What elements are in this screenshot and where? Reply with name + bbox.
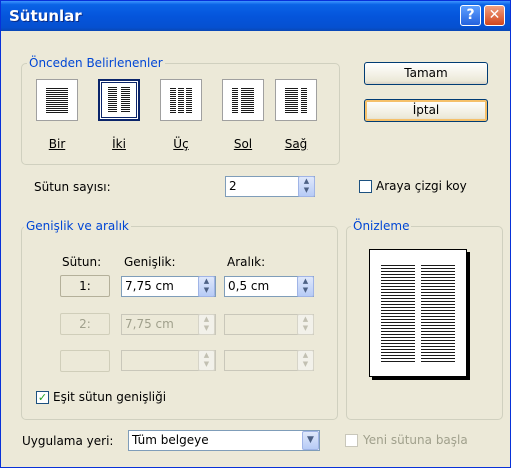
width-spinner-2: ▲ ▼ — [198, 314, 215, 335]
column-number-3 — [60, 350, 110, 372]
two-column-icon — [108, 87, 130, 113]
title-bar: Sütunlar ? ✕ — [1, 1, 510, 31]
width-spinner-3: ▲ ▼ — [198, 350, 215, 371]
column-count-spinner[interactable]: ▲ ▼ — [298, 176, 315, 197]
preview-page — [369, 249, 467, 377]
dialog-title: Sütunlar — [9, 7, 82, 25]
three-column-icon — [170, 87, 192, 113]
apply-to-label: Uygulama yeri: — [22, 434, 114, 448]
width-header: Genişlik: — [124, 255, 176, 269]
new-column-label: Yeni sütuna başla — [363, 433, 468, 447]
preview-group-label: Önizleme — [351, 219, 412, 233]
preview-column-1 — [381, 265, 415, 363]
chevron-down-icon[interactable]: ▼ — [302, 431, 319, 450]
equal-width-label: Eşit sütun genişliği — [53, 390, 167, 404]
preset-right-label: Sağ — [284, 137, 308, 151]
spacing-header: Aralık: — [227, 255, 266, 269]
width-spacing-group-label: Genişlik ve aralık — [24, 219, 131, 233]
preset-two-label: İki — [112, 137, 126, 151]
line-between-label: Araya çizgi koy — [376, 179, 467, 193]
spacing-spinner-3: ▲ ▼ — [297, 350, 314, 371]
ok-button[interactable]: Tamam — [364, 62, 488, 85]
right-column-icon — [285, 87, 307, 113]
preset-left-button[interactable] — [222, 79, 264, 121]
preset-three-button[interactable] — [160, 79, 202, 121]
help-icon[interactable]: ? — [460, 5, 481, 26]
column-number-2: 2: — [60, 313, 110, 335]
spacing-spinner-2: ▲ ▼ — [297, 314, 314, 335]
left-column-icon — [232, 87, 254, 113]
one-column-icon — [46, 87, 68, 113]
line-between-checkbox[interactable] — [359, 180, 372, 193]
spacing-spinner-1[interactable]: ▲ ▼ — [297, 276, 314, 297]
apply-to-select[interactable]: Tüm belgeye — [128, 430, 320, 451]
preset-three-label: Üç — [173, 137, 189, 151]
column-header: Sütun: — [62, 255, 102, 269]
new-column-checkbox — [345, 434, 358, 447]
preview-column-2 — [421, 265, 455, 363]
cancel-button[interactable]: İptal — [364, 99, 488, 122]
preset-one-label: Bir — [48, 137, 66, 151]
column-number-1: 1: — [60, 275, 110, 297]
preset-right-button[interactable] — [275, 79, 317, 121]
width-spinner-1[interactable]: ▲ ▼ — [198, 276, 215, 297]
preset-left-label: Sol — [233, 137, 253, 151]
preset-two-button[interactable] — [98, 79, 140, 121]
close-icon[interactable]: ✕ — [484, 5, 505, 26]
presets-group-label: Önceden Belirlenenler — [27, 56, 165, 70]
equal-width-checkbox[interactable]: ✓ — [36, 391, 49, 404]
preset-one-button[interactable] — [36, 79, 78, 121]
column-count-label: Sütun sayısı: — [34, 180, 111, 194]
